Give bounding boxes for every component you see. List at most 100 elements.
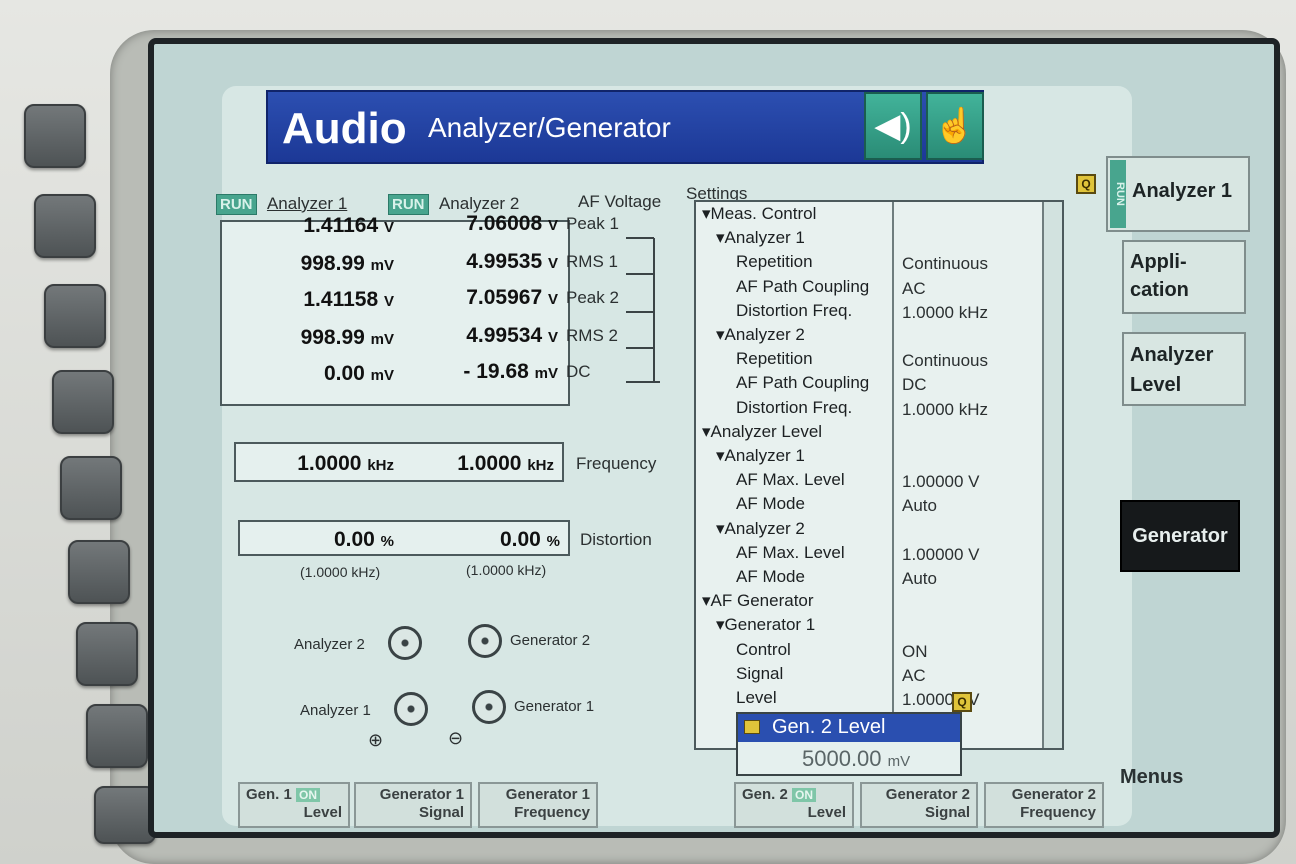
hardware-key-5[interactable] — [60, 456, 122, 520]
tree-parameter-value: Continuous — [902, 254, 989, 274]
speaker-wave-icon[interactable]: ◀) — [864, 92, 922, 160]
analyzer1-value: 1.41164 V — [303, 214, 394, 237]
output-symbol-icon: ⊖ — [448, 728, 464, 748]
analyzer2-distortion: 0.00 % — [499, 528, 560, 551]
bottom-softkey[interactable]: Gen. 2 ON Level — [734, 782, 854, 828]
generator1-connector-icon — [472, 690, 506, 724]
tree-parameter[interactable]: Level — [736, 688, 777, 708]
tree-group[interactable]: ▾Generator 1 — [716, 615, 815, 635]
expand-arrow-icon[interactable]: ▾ — [716, 325, 725, 344]
tree-parameter[interactable]: Control — [736, 640, 791, 660]
measurement-name: Peak 1 — [566, 214, 619, 233]
generator-softkey[interactable]: Generator — [1120, 500, 1240, 572]
hardware-key-4[interactable] — [52, 370, 114, 434]
hardware-key-3[interactable] — [44, 284, 106, 348]
tree-parameter-value: AC — [902, 665, 926, 685]
voltage-bracket — [626, 237, 660, 383]
tree-parameter[interactable]: Repetition — [736, 252, 813, 272]
bottom-softkey[interactable]: Generator 1 Frequency — [478, 782, 598, 828]
tree-scrollbar[interactable] — [1042, 202, 1062, 748]
hardware-key-6[interactable] — [68, 540, 130, 604]
menus-softkey[interactable]: Menus — [1120, 766, 1183, 789]
run-badge: RUN — [216, 194, 257, 215]
analyzer1-header[interactable]: RUN Analyzer 1 — [216, 194, 348, 215]
tree-group[interactable]: ▾AF Generator — [702, 591, 814, 611]
popup-value: 5000.00 — [802, 746, 882, 771]
bottom-softkey[interactable]: Gen. 1 ON Level — [238, 782, 350, 828]
analyzer2-value: 4.99534 V — [466, 324, 558, 347]
hardware-key-7[interactable] — [76, 622, 138, 686]
on-badge: ON — [792, 788, 817, 802]
analyzer1-value: 998.99 mV — [300, 326, 394, 349]
application-softkey[interactable]: Appli- cation — [1122, 240, 1246, 314]
tree-group[interactable]: ▾Analyzer 2 — [716, 325, 805, 345]
measurement-name: Peak 2 — [566, 288, 619, 307]
tree-parameter[interactable]: AF Path Coupling — [736, 277, 869, 297]
expand-arrow-icon[interactable]: ▾ — [716, 228, 725, 247]
popup-value-field[interactable]: 5000.00 mV — [802, 746, 910, 772]
analyzer1-softkey[interactable]: RUN Analyzer 1 — [1106, 156, 1250, 232]
popup-minimize-icon[interactable] — [744, 720, 760, 734]
title-bar: Audio Analyzer/Generator ◀) ☝ — [266, 90, 984, 164]
tree-parameter[interactable]: Repetition — [736, 349, 813, 369]
tree-group[interactable]: ▾Analyzer 1 — [716, 228, 805, 248]
analyzer2-value: 4.99535 V — [466, 250, 558, 273]
expand-arrow-icon[interactable]: ▾ — [702, 422, 711, 441]
gen2-level-popup[interactable]: Gen. 2 Level 5000.00 mV — [736, 712, 962, 776]
analyzer1-distortion-freq: (1.0000 kHz) — [300, 564, 381, 580]
tree-parameter[interactable]: AF Mode — [736, 567, 805, 587]
popup-title: Gen. 2 Level — [738, 714, 960, 742]
page-title: Audio — [282, 104, 407, 153]
analyzer2-connector-icon — [388, 626, 422, 660]
analyzer-level-softkey[interactable]: Analyzer Level — [1122, 332, 1246, 406]
tree-parameter-value: 1.0000 kHz — [902, 302, 988, 322]
analyzer1-distortion: 0.00 % — [333, 528, 394, 551]
measurement-name: RMS 1 — [566, 252, 618, 271]
analyzer2-value: - 19.68 mV — [463, 360, 558, 383]
connector-label-generator2: Generator 2 — [510, 632, 591, 649]
bottom-softkey[interactable]: Generator 2 Signal — [860, 782, 978, 828]
run-tag: RUN — [1110, 160, 1126, 228]
tree-parameter[interactable]: AF Mode — [736, 494, 805, 514]
tree-parameter-value: Continuous — [902, 351, 989, 371]
on-badge: ON — [296, 788, 321, 802]
hardware-key-9[interactable] — [94, 786, 156, 844]
analyzer2-header[interactable]: RUN Analyzer 2 — [388, 194, 519, 215]
tree-divider — [892, 202, 894, 748]
touch-hand-icon[interactable]: ☝ — [926, 92, 984, 160]
tree-parameter[interactable]: AF Path Coupling — [736, 373, 869, 393]
tree-parameter[interactable]: Signal — [736, 664, 783, 684]
input-symbol-icon: ⊕ — [368, 730, 384, 750]
connector-label-analyzer1: Analyzer 1 — [300, 702, 371, 719]
tree-parameter[interactable]: AF Max. Level — [736, 543, 845, 563]
tree-parameter[interactable]: Distortion Freq. — [736, 398, 852, 418]
settings-tree[interactable]: ▾Meas. Control ▾Analyzer 1 Repetition Co… — [694, 200, 1064, 750]
analyzer1-label: Analyzer 1 — [266, 194, 348, 213]
tree-parameter[interactable]: Distortion Freq. — [736, 301, 852, 321]
hardware-key-8[interactable] — [86, 704, 148, 768]
tree-parameter-value: ON — [902, 641, 928, 661]
analyzer2-value: 7.05967 V — [466, 286, 558, 309]
analyzer1-frequency: 1.0000 kHz — [297, 452, 394, 475]
tree-parameter-value: 1.00000 V — [902, 544, 980, 564]
expand-arrow-icon[interactable]: ▾ — [702, 591, 711, 610]
tree-group[interactable]: ▾Meas. Control — [702, 204, 816, 224]
tree-group[interactable]: ▾Analyzer 2 — [716, 519, 805, 539]
distortion-label: Distortion — [580, 530, 652, 549]
expand-arrow-icon[interactable]: ▾ — [702, 204, 711, 223]
tree-group[interactable]: ▾Analyzer Level — [702, 422, 822, 442]
expand-arrow-icon[interactable]: ▾ — [716, 519, 725, 538]
tree-parameter-value: 1.00000 V — [902, 472, 980, 492]
lcd-screen: Audio Analyzer/Generator ◀) ☝ RUN Analyz… — [148, 38, 1280, 838]
bottom-softkey[interactable]: Generator 2 Frequency — [984, 782, 1104, 828]
hardware-key-2[interactable] — [34, 194, 96, 258]
analyzer1-softkey-label: Analyzer 1 — [1132, 180, 1233, 202]
analyzer2-frequency: 1.0000 kHz — [457, 452, 554, 475]
tree-group[interactable]: ▾Analyzer 1 — [716, 446, 805, 466]
bottom-softkey[interactable]: Generator 1 Signal — [354, 782, 472, 828]
popup-q-indicator-icon: Q — [952, 692, 972, 712]
expand-arrow-icon[interactable]: ▾ — [716, 615, 725, 634]
tree-parameter[interactable]: AF Max. Level — [736, 470, 845, 490]
expand-arrow-icon[interactable]: ▾ — [716, 446, 725, 465]
hardware-key-1[interactable] — [24, 104, 86, 168]
